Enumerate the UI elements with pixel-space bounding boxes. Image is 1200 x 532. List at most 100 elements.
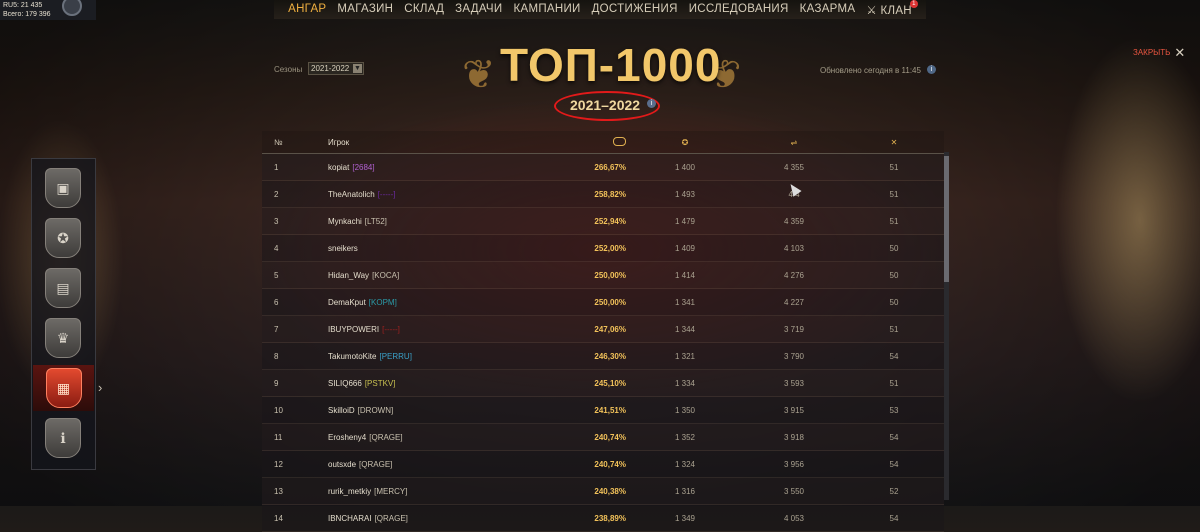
column-header-rank[interactable]: № [262, 138, 324, 147]
rating-cell: 240,38% [594, 486, 626, 496]
tank-shield-icon: ▣ [45, 168, 81, 208]
damage-cell: 4 355 [783, 162, 805, 172]
sidebar-tab-vehicles[interactable]: ▣ [38, 165, 88, 211]
chevron-down-icon: ▼ [353, 64, 362, 73]
player-name: kopiat [328, 162, 350, 172]
table-row[interactable]: 2 TheAnatolich [-----] 258,82% 1 493 4 4 51 [262, 181, 944, 208]
info-icon[interactable]: i [927, 65, 936, 74]
scrollbar-thumb[interactable] [944, 156, 949, 282]
sidebar-tab-trophy[interactable]: ♛ [38, 315, 88, 361]
player-name: TakumotoKite [328, 351, 377, 361]
table-row[interactable]: 12 outsxde [QRAGE] 240,74% 1 324 3 956 54 [262, 451, 944, 478]
column-header-player[interactable]: Игрок [324, 138, 540, 147]
player-cell: IBNCHARAI [QRAGE] [324, 514, 540, 523]
battles-cell: 1 341 [674, 297, 696, 307]
column-header-battles[interactable]: ✪ [626, 138, 744, 147]
damage-cell: 3 956 [783, 459, 805, 469]
player-cell: sneikers [324, 244, 540, 253]
rank-cell: 3 [274, 216, 279, 226]
nav-research[interactable]: ИССЛЕДОВАНИЯ [689, 3, 789, 19]
nav-campaigns[interactable]: КАМПАНИИ [513, 3, 580, 19]
season-dropdown[interactable]: 2021-2022 ▼ [308, 62, 364, 75]
table-row[interactable]: 9 SILIQ666 [PSTKV] 245,10% 1 334 3 593 51 [262, 370, 944, 397]
sidebar-tab-top-list[interactable]: ▦ [33, 365, 94, 411]
nav-achievements[interactable]: ДОСТИЖЕНИЯ [592, 3, 678, 19]
rating-cell: 252,94% [594, 216, 626, 226]
close-icon: ✕ [1174, 45, 1186, 60]
wins-cell: 52 [889, 486, 899, 496]
clan-tag[interactable]: [QRAGE] [369, 433, 402, 442]
rating-cell: 245,10% [594, 378, 626, 388]
rating-icon [613, 136, 626, 146]
scrollbar[interactable] [944, 152, 949, 500]
clan-tag[interactable]: [QRAGE] [375, 514, 408, 523]
top-list-icon: ▦ [45, 368, 82, 408]
player-cell: DemaKput [KOPM] [324, 298, 540, 307]
close-button[interactable]: ЗАКРЫТЬ ✕ [1133, 45, 1185, 61]
table-row[interactable]: 10 SkilloiD [DROWN] 241,51% 1 350 3 915 53 [262, 397, 944, 424]
clan-tag[interactable]: [KOCA] [372, 271, 399, 280]
clan-tag[interactable]: [LT52] [365, 217, 387, 226]
column-header-wins[interactable]: ✕ [844, 138, 944, 147]
battles-cell: 1 324 [674, 459, 696, 469]
nav-shop[interactable]: МАГАЗИН [337, 3, 393, 19]
player-name: IBNCHARAI [328, 513, 372, 523]
sidebar-tab-medals[interactable]: ✪ [38, 215, 88, 261]
rank-cell: 2 [274, 189, 279, 199]
info-icon[interactable]: i [647, 99, 656, 108]
damage-cell: 3 593 [783, 378, 805, 388]
clan-tag[interactable]: [QRAGE] [359, 460, 392, 469]
wins-cell: 54 [889, 432, 899, 442]
nav-clan[interactable]: ⚔ КЛАН 1 [866, 0, 918, 19]
sidebar-tab-info[interactable]: ℹ [38, 415, 88, 461]
trophy-icon: ♛ [45, 318, 81, 358]
clan-tag[interactable]: [MERCY] [374, 487, 407, 496]
player-cell: SILIQ666 [PSTKV] [324, 379, 540, 388]
clan-tag[interactable]: [-----] [382, 325, 400, 334]
table-row[interactable]: 1 kopiat [2684] 266,67% 1 400 4 355 51 [262, 154, 944, 181]
clan-tag[interactable]: [PERRU] [379, 352, 411, 361]
battles-cell: 1 400 [674, 162, 696, 172]
damage-cell: 3 915 [783, 405, 805, 415]
table-row[interactable]: 13 rurik_metkiy [MERCY] 240,38% 1 316 3 550 52 [262, 478, 944, 505]
table-row[interactable]: 11 Erosheny4 [QRAGE] 240,74% 1 352 3 918 54 [262, 424, 944, 451]
battles-cell: 1 352 [674, 432, 696, 442]
damage-cell: 3 550 [783, 486, 805, 496]
damage-cell: 4 103 [783, 243, 805, 253]
nav-barracks[interactable]: КАЗАРМА [800, 3, 856, 19]
clan-tag[interactable]: [-----] [378, 190, 396, 199]
table-row[interactable]: 5 Hidan_Way [KOCA] 250,00% 1 414 4 276 50 [262, 262, 944, 289]
table-row[interactable]: 6 DemaKput [KOPM] 250,00% 1 341 4 227 50 [262, 289, 944, 316]
rating-cell: 240,74% [594, 459, 626, 469]
table-row[interactable]: 7 IBUYPOWERI [-----] 247,06% 1 344 3 719 51 [262, 316, 944, 343]
sidebar-tab-rewards[interactable]: ▤ [38, 265, 88, 311]
table-row[interactable]: 3 Mynkachi [LT52] 252,94% 1 479 4 359 51 [262, 208, 944, 235]
rating-cell: 247,06% [594, 324, 626, 334]
table-row[interactable]: 4 sneikers 252,00% 1 409 4 103 50 [262, 235, 944, 262]
table-row[interactable]: 8 TakumotoKite [PERRU] 246,30% 1 321 3 790 54 [262, 343, 944, 370]
wins-cell: 51 [889, 162, 899, 172]
player-cell: TakumotoKite [PERRU] [324, 352, 540, 361]
clan-tag[interactable]: [PSTKV] [365, 379, 396, 388]
clan-tag[interactable]: [KOPM] [369, 298, 397, 307]
column-header-damage[interactable]: ⇌ [744, 138, 844, 147]
clan-tag[interactable]: [2684] [352, 163, 374, 172]
rank-cell: 7 [274, 324, 279, 334]
rank-cell: 1 [274, 162, 279, 172]
player-cell: TheAnatolich [-----] [324, 190, 540, 199]
rank-cell: 10 [274, 405, 283, 415]
wins-cell: 51 [889, 189, 899, 199]
battles-cell: 1 316 [674, 486, 696, 496]
nav-missions[interactable]: ЗАДАЧИ [455, 3, 502, 19]
top-navigation: АНГАР МАГАЗИН СКЛАД ЗАДАЧИ КАМПАНИИ ДОСТ… [0, 0, 1200, 22]
leaderboard-table: № Игрок ✪ ⇌ ✕ 1 kopiat [2684] 266,67% 1 400 4… [262, 131, 944, 532]
nav-hangar[interactable]: АНГАР [288, 3, 326, 19]
column-header-rating[interactable] [540, 136, 626, 148]
rank-cell: 4 [274, 243, 279, 253]
battles-cell: 1 493 [674, 189, 696, 199]
nav-depot[interactable]: СКЛАД [404, 3, 444, 19]
clan-tag[interactable]: [DROWN] [358, 406, 394, 415]
nav-clan-label: КЛАН [880, 5, 912, 17]
player-cell: Mynkachi [LT52] [324, 217, 540, 226]
table-row[interactable]: 14 IBNCHARAI [QRAGE] 238,89% 1 349 4 053 54 [262, 505, 944, 532]
